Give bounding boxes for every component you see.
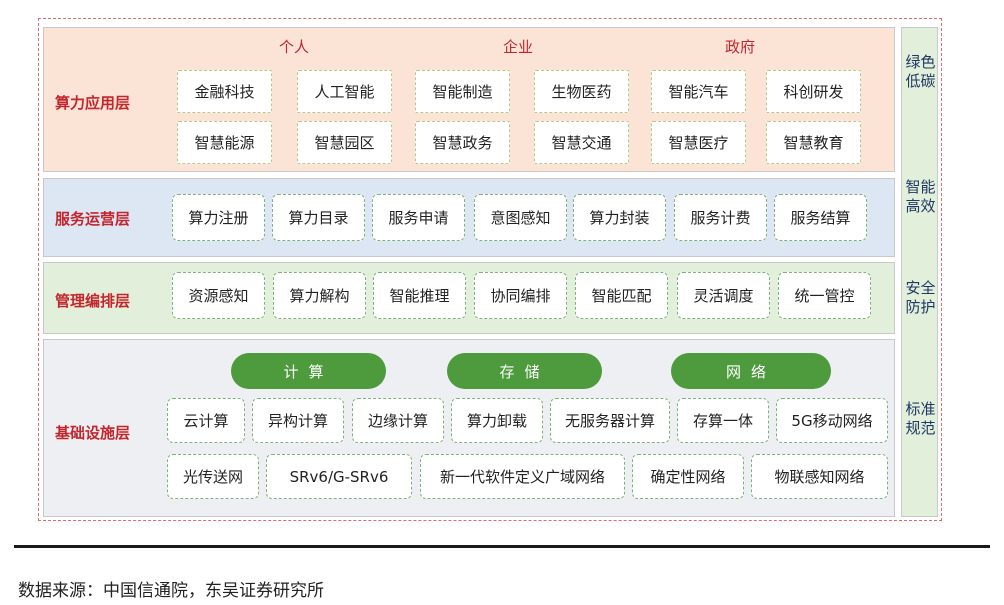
app-item: 科创研发: [766, 70, 861, 113]
infra-item: 确定性网络: [632, 454, 744, 499]
service-item: 服务申请: [372, 194, 465, 241]
app-item: 智慧教育: [766, 121, 861, 164]
app-item: 金融科技: [177, 70, 272, 113]
infra-item: 光传送网: [167, 454, 259, 499]
infra-item: SRv6/G-SRv6: [266, 454, 412, 499]
divider-rule: [14, 545, 990, 548]
management-item: 智能推理: [373, 272, 466, 319]
pill-network: 网络: [671, 353, 831, 389]
infra-item: 算力卸载: [451, 398, 543, 443]
service-item: 服务计费: [674, 194, 767, 241]
app-item: 人工智能: [297, 70, 392, 113]
infra-item: 5G移动网络: [776, 398, 888, 443]
pill-compute: 计算: [231, 353, 386, 389]
infra-item: 存算一体: [677, 398, 769, 443]
app-item: 智慧园区: [297, 121, 392, 164]
group-government: 政府: [724, 38, 755, 56]
service-layer-label: 服务运营层: [55, 210, 131, 228]
service-item: 算力目录: [272, 194, 365, 241]
side-item-efficient: 智能高效: [905, 178, 936, 215]
infrastructure-layer-label: 基础设施层: [55, 424, 131, 442]
service-item: 算力注册: [172, 194, 265, 241]
service-layer: [43, 178, 895, 257]
infra-item: 边缘计算: [352, 398, 444, 443]
app-item: 智慧交通: [534, 121, 629, 164]
management-item: 算力解构: [273, 272, 366, 319]
infra-item: 新一代软件定义广域网络: [420, 454, 625, 499]
management-item: 统一管控: [778, 272, 871, 319]
infra-item: 物联感知网络: [751, 454, 888, 499]
side-item-green: 绿色低碳: [905, 53, 936, 90]
app-item: 智慧医疗: [651, 121, 746, 164]
group-personal: 个人: [278, 38, 309, 56]
management-layer-label: 管理编排层: [55, 292, 131, 310]
app-item: 智能汽车: [651, 70, 746, 113]
app-item: 智慧能源: [177, 121, 272, 164]
service-item: 意图感知: [474, 194, 567, 241]
management-item: 灵活调度: [677, 272, 770, 319]
side-item-standard: 标准规范: [905, 400, 936, 437]
infra-item: 云计算: [167, 398, 245, 443]
service-item: 服务结算: [774, 194, 867, 241]
app-item: 智慧政务: [415, 121, 510, 164]
management-item: 资源感知: [172, 272, 265, 319]
infra-item: 无服务器计算: [550, 398, 670, 443]
infra-item: 异构计算: [252, 398, 344, 443]
application-layer-label: 算力应用层: [55, 94, 131, 112]
app-item: 生物医药: [534, 70, 629, 113]
management-item: 协同编排: [474, 272, 567, 319]
management-item: 智能匹配: [575, 272, 668, 319]
side-panel: 绿色低碳 智能高效 安全防护 标准规范: [901, 27, 938, 517]
side-item-security: 安全防护: [905, 279, 936, 316]
source-note: 数据来源：中国信通院，东吴证券研究所: [18, 581, 324, 601]
group-enterprise: 企业: [502, 38, 533, 56]
pill-storage: 存储: [447, 353, 602, 389]
service-item: 算力封装: [573, 194, 666, 241]
app-item: 智能制造: [415, 70, 510, 113]
